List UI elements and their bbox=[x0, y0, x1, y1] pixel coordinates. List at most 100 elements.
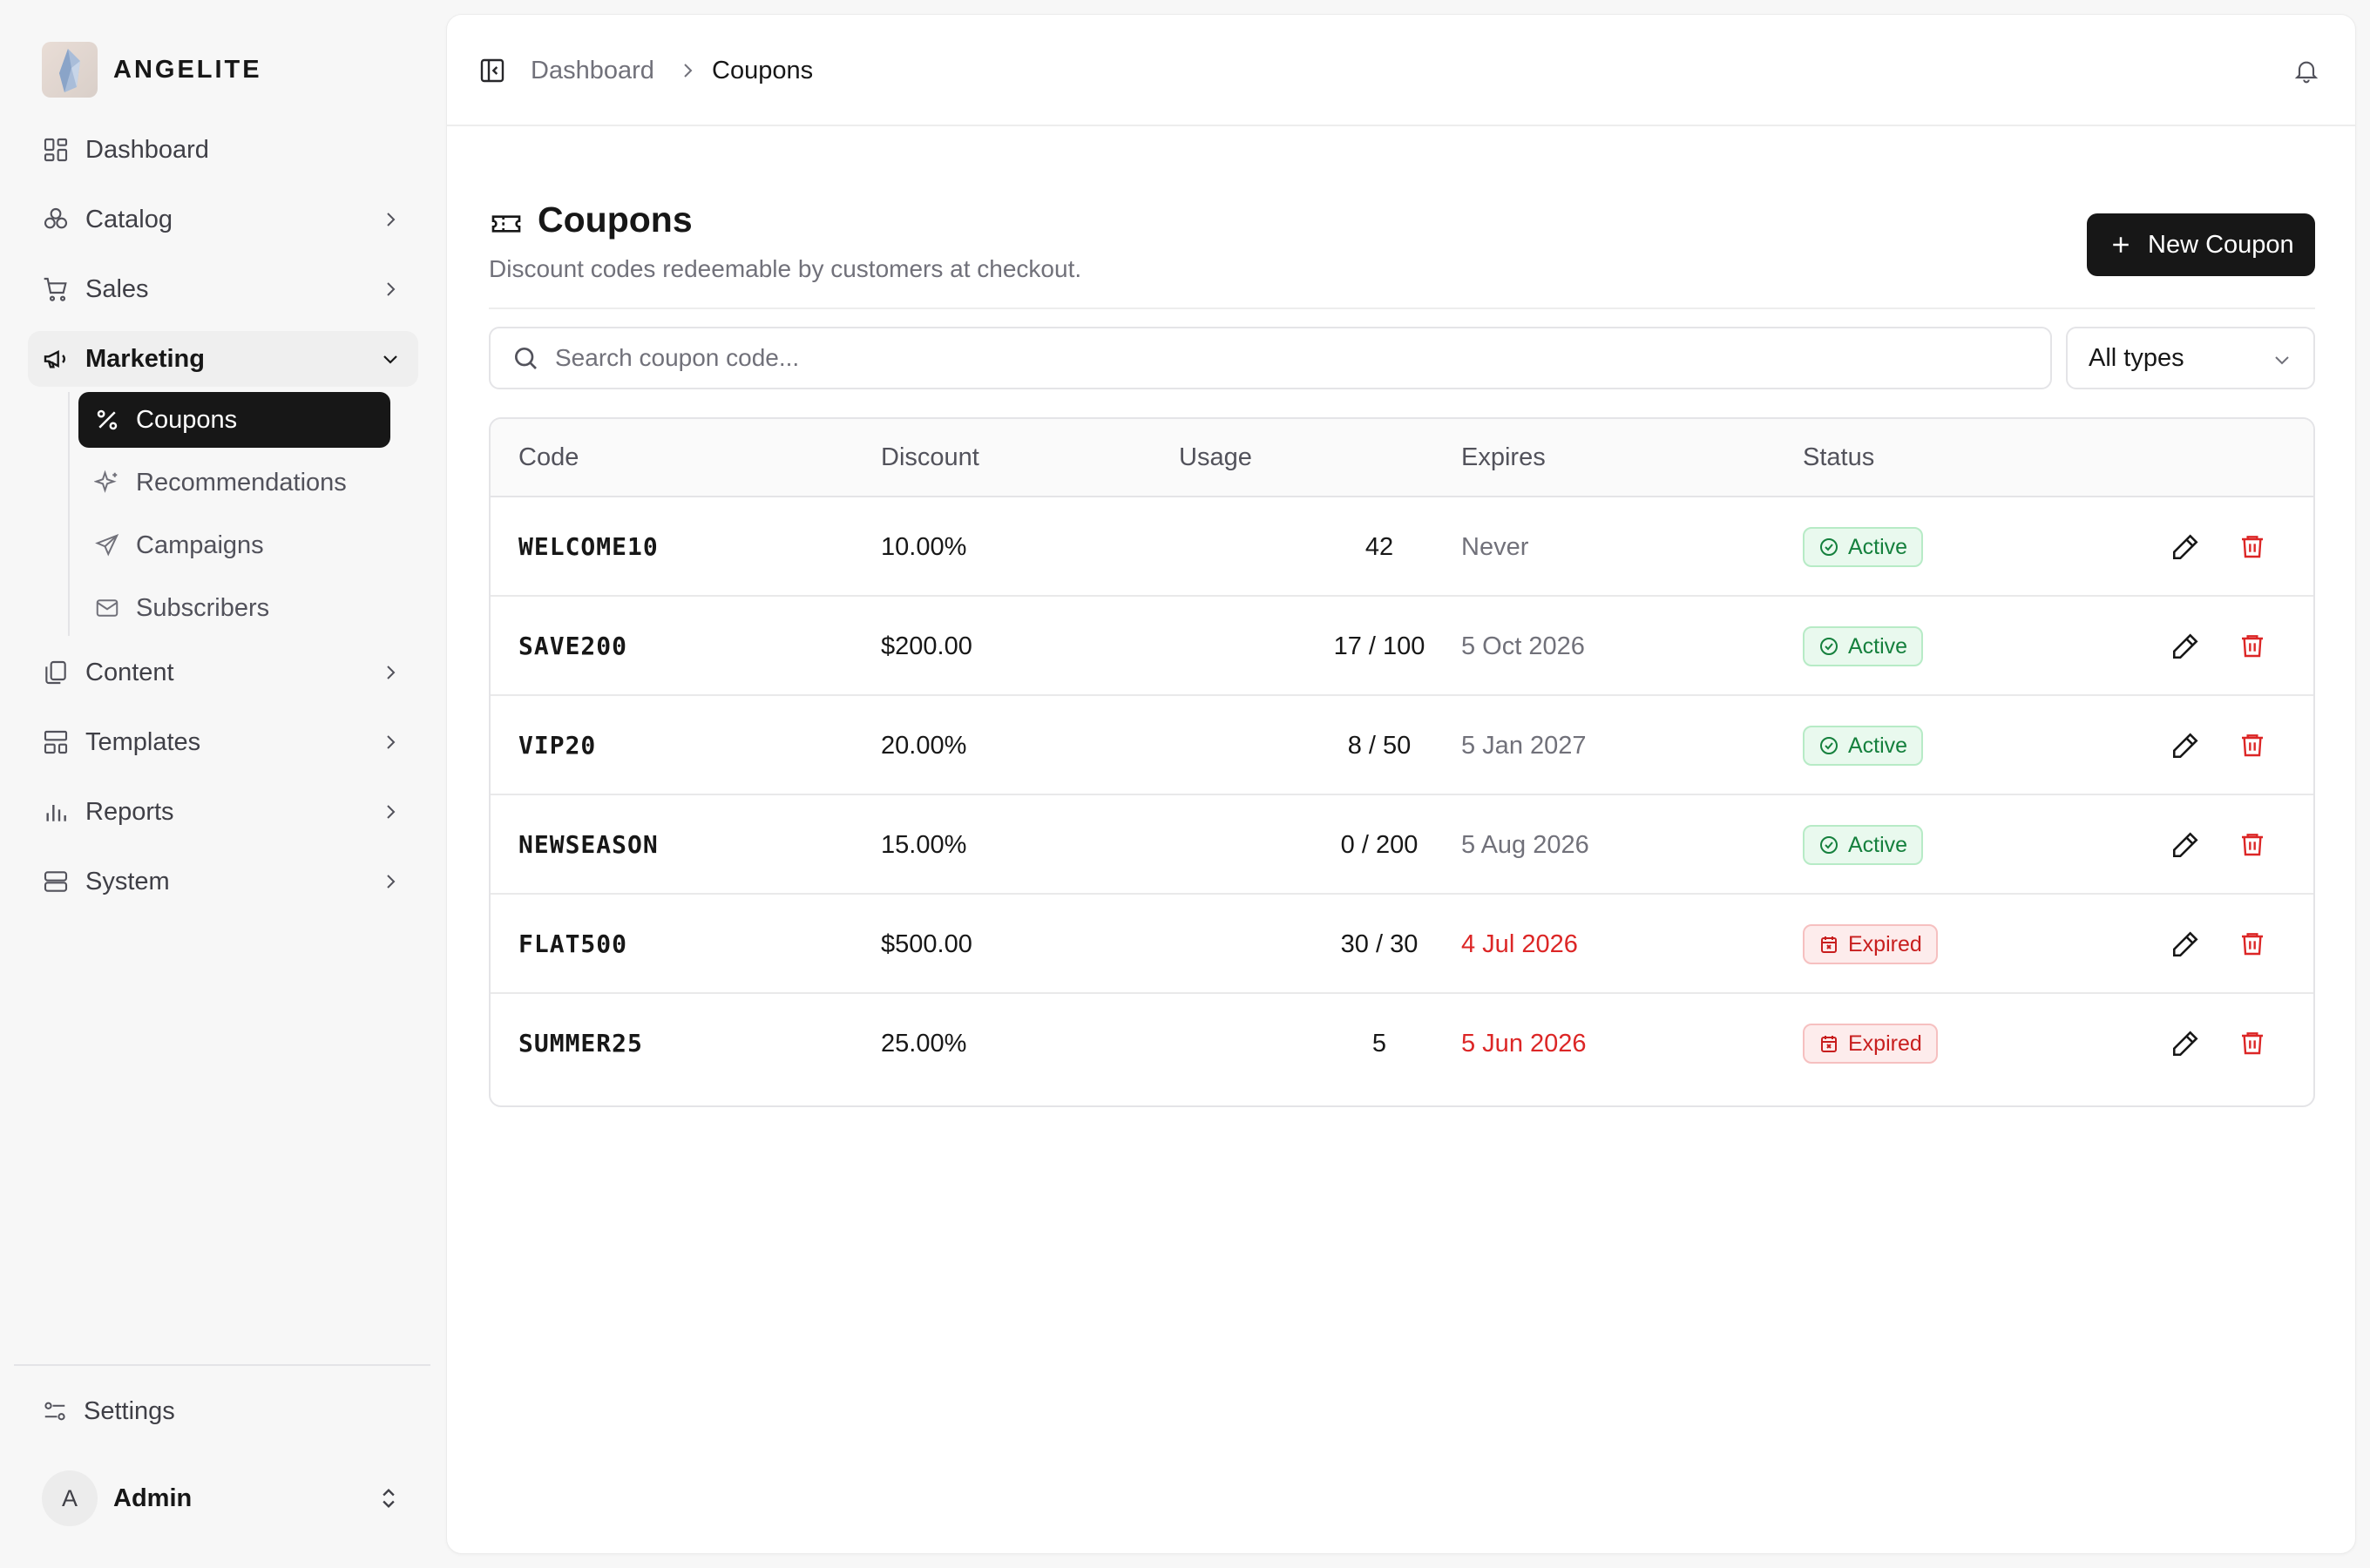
column-header-usage: Usage bbox=[1179, 443, 1252, 471]
trash-icon[interactable] bbox=[2238, 532, 2266, 562]
column-header-status: Status bbox=[1803, 443, 1875, 471]
sidebar-item-sales[interactable]: Sales bbox=[28, 261, 418, 317]
coupon-discount: 10.00% bbox=[881, 533, 967, 561]
avatar: A bbox=[42, 1470, 98, 1526]
check-circle-icon bbox=[1818, 735, 1839, 756]
chevron-right-icon bbox=[684, 64, 693, 78]
sidebar-item-catalog[interactable]: Catalog bbox=[28, 192, 418, 247]
megaphone-icon bbox=[44, 350, 65, 368]
sidebar-item-label: System bbox=[85, 867, 170, 896]
coupon-expires: 5 Aug 2026 bbox=[1461, 831, 1589, 859]
table-row[interactable]: VIP20 20.00% 8 / 50 5 Jan 2027 Active bbox=[491, 696, 2313, 795]
brand-name: ANGELITE bbox=[113, 55, 262, 84]
breadcrumb-current: Coupons bbox=[712, 57, 814, 84]
trash-icon[interactable] bbox=[2238, 1029, 2266, 1058]
sidebar-item-system[interactable]: System bbox=[28, 854, 418, 909]
percent-icon bbox=[97, 409, 118, 430]
trash-icon[interactable] bbox=[2238, 632, 2266, 661]
status-badge: Active bbox=[1803, 626, 1924, 666]
column-header-code: Code bbox=[518, 443, 579, 471]
trash-icon[interactable] bbox=[2238, 929, 2266, 959]
sidebar-nav: Dashboard Catalog Sales Marketing Coupon… bbox=[28, 122, 418, 923]
coupon-code: SAVE200 bbox=[518, 632, 628, 660]
edit-icon[interactable] bbox=[2170, 532, 2200, 562]
sidebar-subitem-recommendations[interactable]: Recommendations bbox=[78, 455, 390, 510]
check-circle-icon bbox=[1818, 636, 1839, 657]
bar-chart-icon bbox=[46, 805, 66, 821]
server-icon bbox=[44, 871, 68, 892]
sidebar-item-settings[interactable]: Settings bbox=[42, 1385, 175, 1437]
chevron-right-icon bbox=[387, 875, 396, 889]
breadcrumb-dashboard[interactable]: Dashboard bbox=[531, 57, 654, 84]
sidebar-item-marketing[interactable]: Marketing bbox=[28, 331, 418, 387]
mail-icon bbox=[96, 599, 118, 617]
cart-icon bbox=[44, 277, 67, 301]
coupons-table: Code Discount Usage Expires Status WELCO… bbox=[489, 417, 2315, 1107]
sidebar-subitem-campaigns[interactable]: Campaigns bbox=[78, 517, 390, 573]
sidebar-toggle-icon[interactable] bbox=[478, 57, 506, 84]
status-label: Expired bbox=[1848, 1031, 1922, 1056]
edit-icon[interactable] bbox=[2170, 929, 2200, 959]
sidebar-item-label: Marketing bbox=[85, 344, 205, 373]
coupon-expires: Never bbox=[1461, 533, 1529, 561]
coupon-expires: 5 Oct 2026 bbox=[1461, 632, 1585, 660]
column-header-expires: Expires bbox=[1461, 443, 1546, 471]
edit-icon[interactable] bbox=[2170, 830, 2200, 860]
trash-icon[interactable] bbox=[2238, 731, 2266, 760]
search-box[interactable] bbox=[489, 327, 2052, 389]
ticket-icon bbox=[491, 215, 521, 233]
new-coupon-button[interactable]: New Coupon bbox=[2087, 213, 2315, 276]
sidebar-subitem-coupons[interactable]: Coupons bbox=[78, 392, 390, 448]
table-row[interactable]: SAVE200 $200.00 17 / 100 5 Oct 2026 Active bbox=[491, 597, 2313, 696]
sidebar-item-content[interactable]: Content bbox=[28, 645, 418, 700]
layout-icon bbox=[44, 730, 68, 754]
chevron-right-icon bbox=[387, 735, 396, 749]
chevron-right-icon bbox=[387, 666, 396, 679]
user-menu[interactable]: A Admin bbox=[42, 1470, 408, 1526]
copy-icon bbox=[45, 660, 66, 685]
status-badge: Active bbox=[1803, 825, 1924, 865]
coupon-expires: 5 Jun 2026 bbox=[1461, 1030, 1587, 1058]
chevron-right-icon bbox=[387, 282, 396, 296]
type-filter-select[interactable]: All types bbox=[2066, 327, 2315, 389]
check-circle-icon bbox=[1818, 537, 1839, 558]
table-header: Code Discount Usage Expires Status bbox=[491, 419, 2313, 497]
chevron-right-icon bbox=[387, 213, 396, 226]
table-row[interactable]: NEWSEASON 15.00% 0 / 200 5 Aug 2026 Active bbox=[491, 795, 2313, 895]
search-input[interactable] bbox=[555, 344, 1949, 372]
bell-icon[interactable] bbox=[2292, 57, 2320, 84]
sidebar-item-reports[interactable]: Reports bbox=[28, 784, 418, 840]
trash-icon[interactable] bbox=[2238, 830, 2266, 860]
coupon-discount: 25.00% bbox=[881, 1030, 967, 1058]
chevron-right-icon bbox=[387, 805, 396, 819]
table-row[interactable]: FLAT500 $500.00 30 / 30 4 Jul 2026 Expired bbox=[491, 895, 2313, 994]
coupon-discount: $500.00 bbox=[881, 930, 972, 958]
dashboard-icon bbox=[44, 138, 68, 162]
catalog-icon bbox=[44, 207, 68, 229]
sidebar-divider bbox=[14, 1364, 430, 1366]
coupon-code: WELCOME10 bbox=[518, 532, 659, 561]
type-filter-value: All types bbox=[2089, 343, 2184, 372]
brand-logo bbox=[42, 42, 98, 98]
edit-icon[interactable] bbox=[2170, 731, 2200, 760]
edit-icon[interactable] bbox=[2170, 632, 2200, 661]
sidebar-item-label: Sales bbox=[85, 274, 149, 303]
sidebar-item-dashboard[interactable]: Dashboard bbox=[28, 122, 418, 178]
status-label: Active bbox=[1848, 633, 1908, 659]
page-subtitle: Discount codes redeemable by customers a… bbox=[489, 255, 1082, 282]
coupon-code: SUMMER25 bbox=[518, 1029, 643, 1058]
sidebar-subitem-subscribers[interactable]: Subscribers bbox=[78, 580, 390, 636]
table-row[interactable]: WELCOME10 10.00% 42 Never Active bbox=[491, 497, 2313, 597]
edit-icon[interactable] bbox=[2170, 1029, 2200, 1058]
brand[interactable]: ANGELITE bbox=[42, 42, 262, 98]
coupon-code: VIP20 bbox=[518, 731, 597, 760]
table-row[interactable]: SUMMER25 25.00% 5 5 Jun 2026 Expired bbox=[491, 994, 2313, 1093]
sliders-icon bbox=[44, 1402, 65, 1421]
chevron-down-icon bbox=[2275, 356, 2289, 365]
status-badge: Active bbox=[1803, 726, 1924, 766]
send-icon bbox=[95, 533, 119, 557]
marketing-subnav: Coupons Recommendations Campaigns Subscr… bbox=[28, 392, 418, 636]
sidebar-item-templates[interactable]: Templates bbox=[28, 714, 418, 770]
page-title: Coupons bbox=[538, 199, 693, 240]
sparkles-icon bbox=[94, 470, 118, 493]
